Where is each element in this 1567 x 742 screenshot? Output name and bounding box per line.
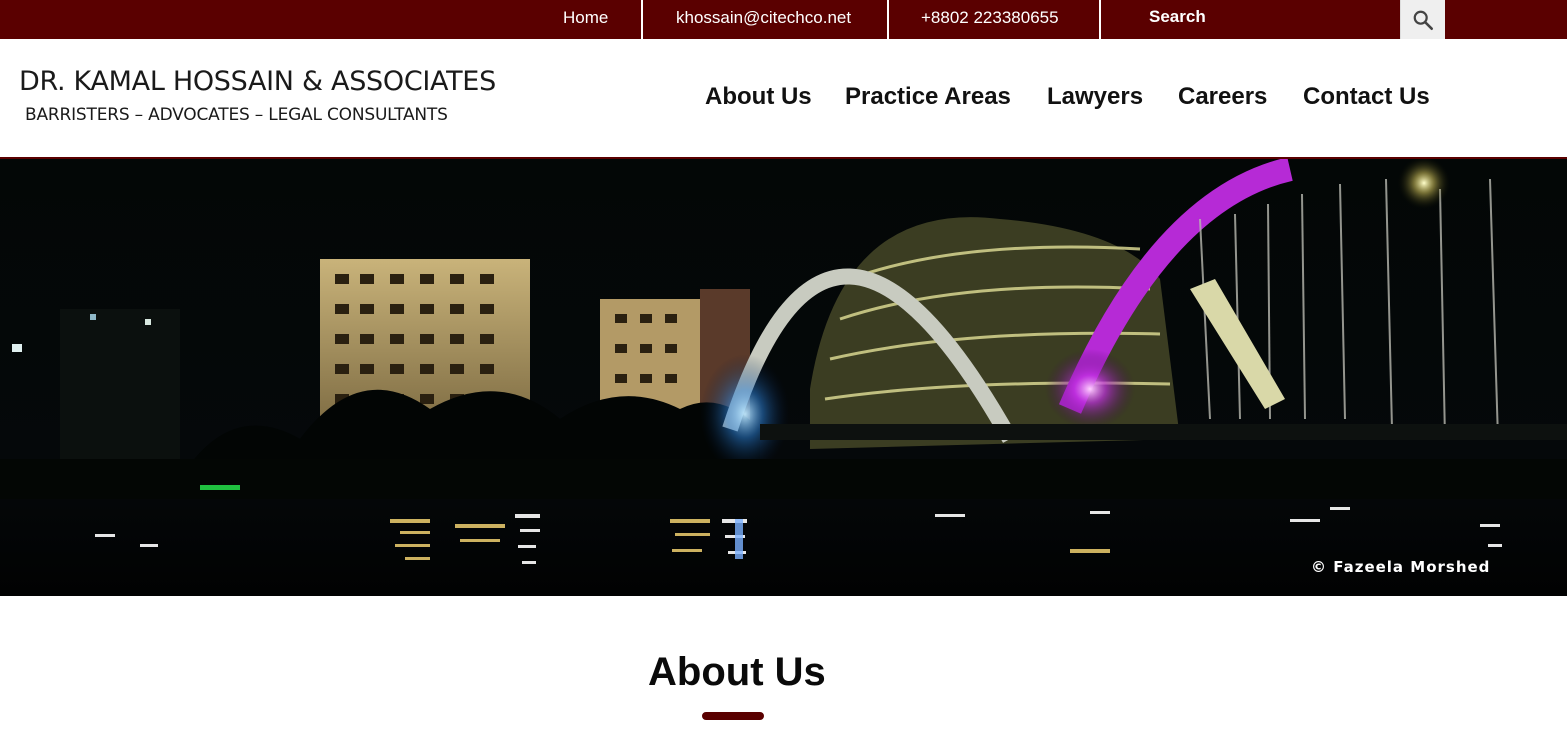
divider [641, 0, 643, 39]
home-link[interactable]: Home [563, 0, 608, 39]
nav-careers[interactable]: Careers [1178, 83, 1267, 115]
title-underline [702, 712, 764, 720]
nav-lawyers[interactable]: Lawyers [1047, 83, 1143, 115]
hero-night-bridge-image [0, 159, 1567, 596]
divider [887, 0, 889, 39]
logo-title: DR. KAMAL HOSSAIN & ASSOCIATES [19, 66, 496, 97]
nav-practice-areas[interactable]: Practice Areas [845, 83, 1011, 115]
logo-subtitle: BARRISTERS – ADVOCATES – LEGAL CONSULTAN… [25, 105, 448, 125]
phone-link[interactable]: +8802 223380655 [921, 0, 1059, 39]
hero-banner: © Fazeela Morshed [0, 159, 1567, 596]
top-bar: Home khossain@citechco.net +8802 2233806… [0, 0, 1567, 39]
photo-credit: © Fazeela Morshed [1311, 558, 1491, 576]
search-button[interactable] [1400, 0, 1445, 39]
page-title: About Us [648, 650, 826, 694]
nav-contact-us[interactable]: Contact Us [1303, 83, 1430, 115]
nav-about-us[interactable]: About Us [705, 83, 812, 115]
site-header: DR. KAMAL HOSSAIN & ASSOCIATES BARRISTER… [0, 39, 1567, 159]
search-icon [1413, 10, 1433, 30]
search-input[interactable] [1101, 0, 1400, 36]
email-link[interactable]: khossain@citechco.net [676, 0, 851, 39]
